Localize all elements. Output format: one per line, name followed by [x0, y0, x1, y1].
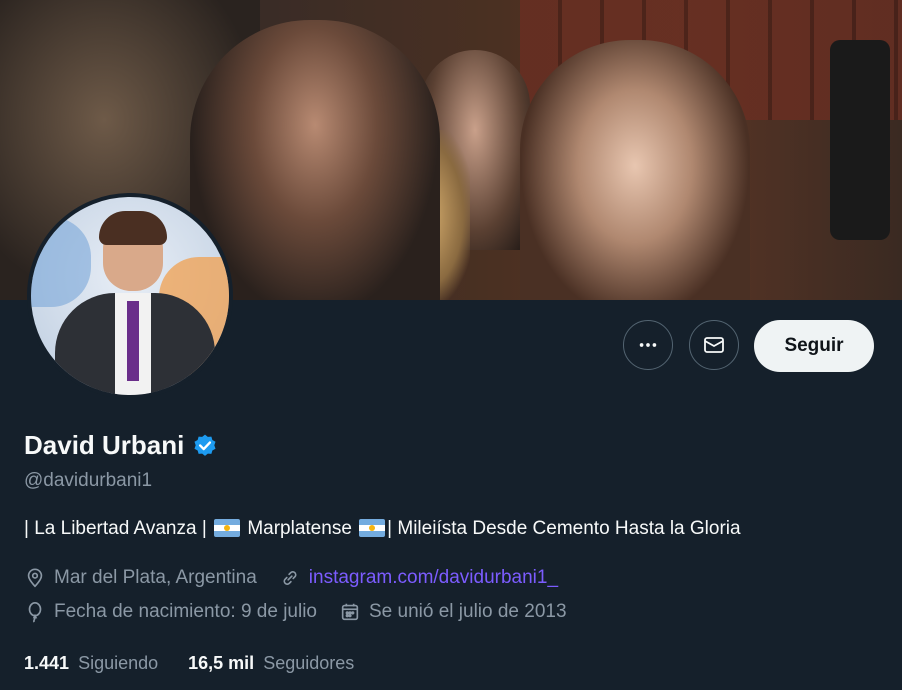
profile-website[interactable]: instagram.com/davidurbani1_: [279, 567, 558, 589]
more-button[interactable]: [623, 320, 673, 370]
website-link[interactable]: instagram.com/davidurbani1_: [309, 567, 558, 589]
profile-handle: @davidurbani1: [24, 470, 153, 491]
birthday-text: Fecha de nacimiento: 9 de julio: [54, 601, 317, 622]
profile-stats: 1.441 Siguiendo 16,5 mil Seguidores: [24, 653, 384, 674]
message-button[interactable]: [689, 320, 739, 370]
profile-meta-row: Fecha de nacimiento: 9 de julio Se unió …: [24, 601, 589, 623]
profile-avatar[interactable]: [27, 193, 233, 399]
avatar-background-shape: [31, 217, 91, 307]
banner-person: [520, 40, 750, 300]
balloon-icon: [28, 602, 42, 623]
mail-icon: [704, 337, 724, 353]
link-icon: [283, 571, 297, 585]
avatar-tie: [127, 301, 139, 381]
bio-text: | Mileiísta Desde Cemento Hasta la Glori…: [387, 518, 741, 539]
profile-name: David Urbani: [24, 430, 185, 460]
joined-text: Se unió el julio de 2013: [369, 601, 567, 622]
followers-label: Seguidores: [263, 653, 355, 673]
argentina-flag-icon: [214, 519, 241, 537]
followers-link[interactable]: 16,5 mil Seguidores: [188, 653, 354, 674]
verified-badge-icon[interactable]: [192, 433, 218, 459]
profile-birthday: Fecha de nacimiento: 9 de julio: [24, 601, 317, 623]
profile-joined: Se unió el julio de 2013: [339, 601, 567, 623]
avatar-hair: [99, 211, 167, 245]
calendar-icon: [341, 603, 359, 621]
bio-text: | La Libertad Avanza |: [24, 518, 207, 539]
more-icon: [639, 343, 657, 347]
location-icon: [27, 568, 43, 588]
bio-text: Marplatense: [247, 518, 352, 539]
banner-phone: [830, 40, 890, 240]
following-label: Siguiendo: [78, 653, 159, 673]
argentina-flag-icon: [359, 519, 386, 537]
profile-meta-row: Mar del Plata, Argentina instagram.com/d…: [24, 567, 580, 589]
location-text: Mar del Plata, Argentina: [54, 567, 257, 588]
profile-location: Mar del Plata, Argentina: [24, 567, 257, 589]
followers-count: 16,5 mil: [188, 653, 255, 673]
profile-bio: | La Libertad Avanza | Marplatense | Mil…: [24, 518, 741, 540]
follow-button-label: Seguir: [784, 335, 844, 356]
following-link[interactable]: 1.441 Siguiendo: [24, 653, 158, 674]
follow-button[interactable]: Seguir: [754, 320, 874, 372]
profile-name-row: David Urbani: [24, 430, 218, 461]
following-count: 1.441: [24, 653, 70, 673]
